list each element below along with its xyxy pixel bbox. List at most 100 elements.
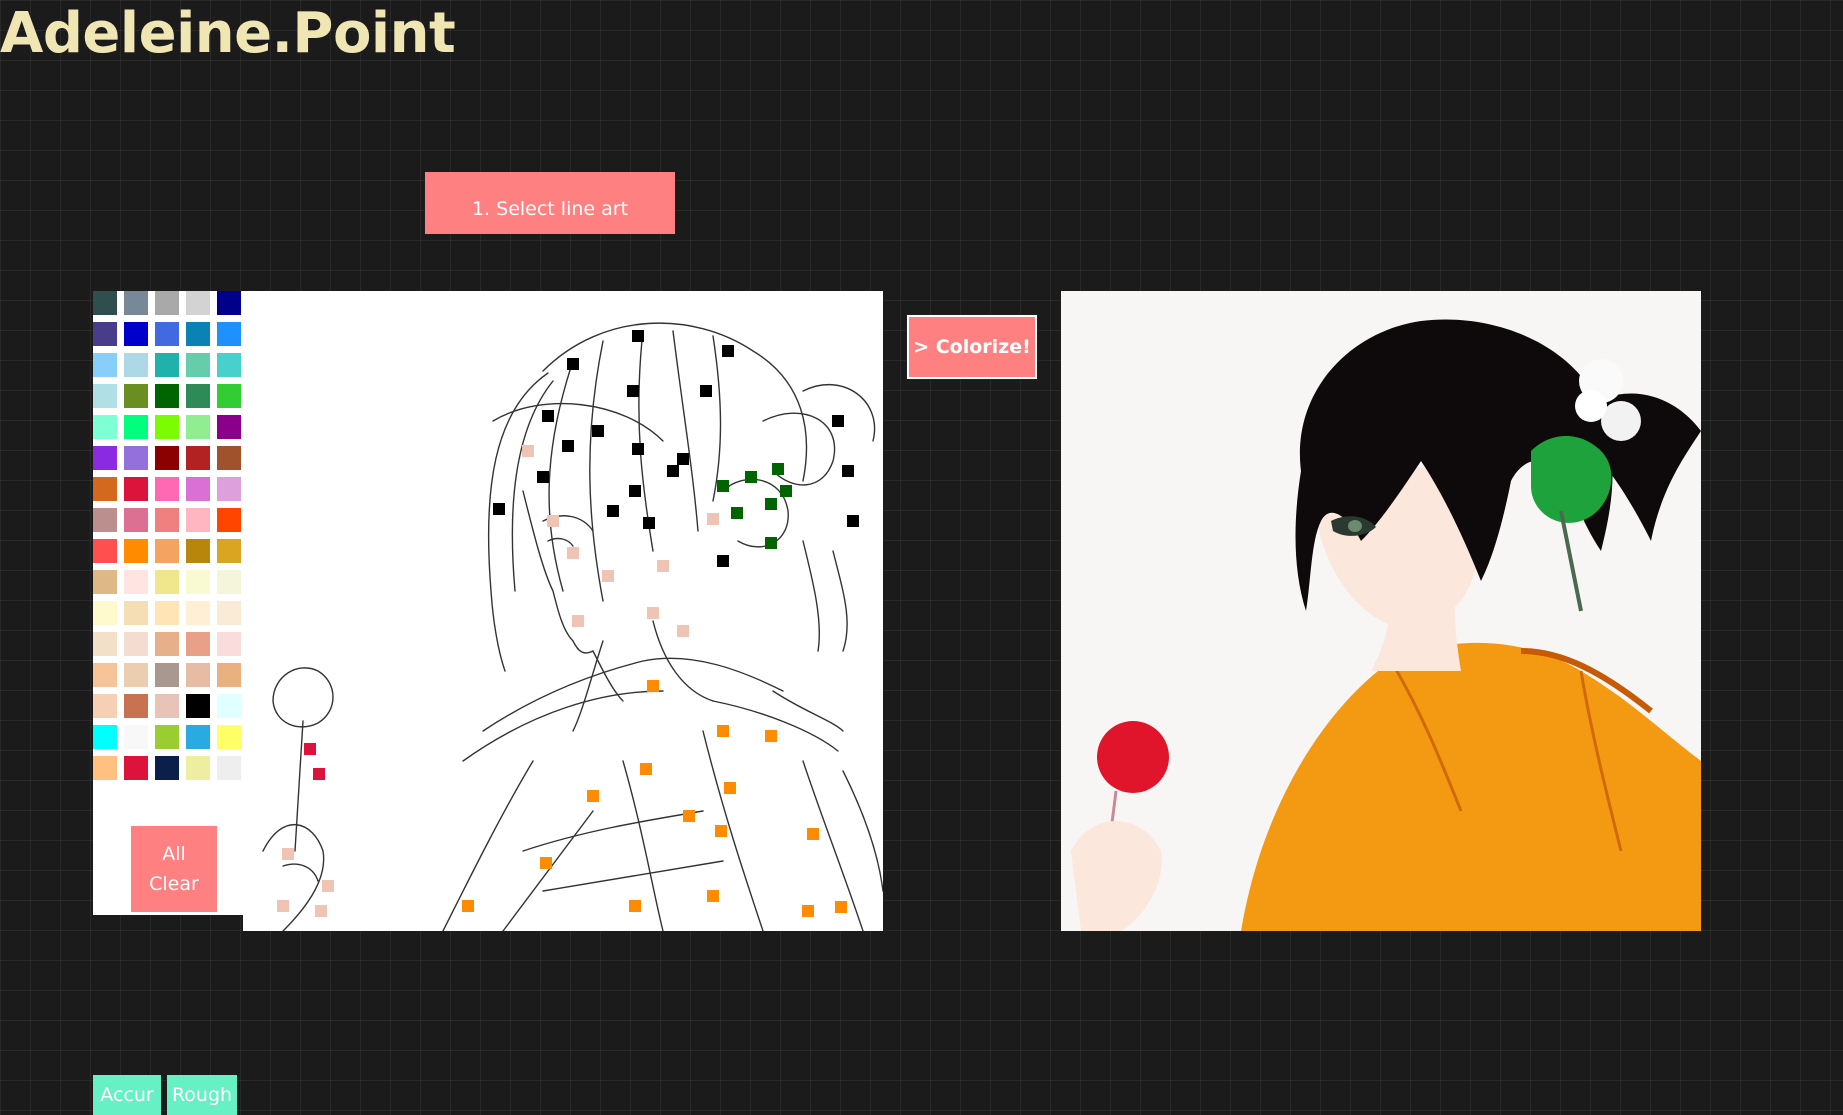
color-swatch[interactable] xyxy=(186,477,210,501)
rough-mode-button[interactable]: Rough xyxy=(167,1075,237,1115)
color-swatch[interactable] xyxy=(217,756,241,780)
color-swatch[interactable] xyxy=(186,291,210,315)
color-swatch[interactable] xyxy=(124,632,148,656)
color-swatch[interactable] xyxy=(155,322,179,346)
color-swatch[interactable] xyxy=(186,756,210,780)
color-swatch[interactable] xyxy=(93,725,117,749)
color-swatch[interactable] xyxy=(155,756,179,780)
color-swatch[interactable] xyxy=(155,446,179,470)
all-clear-button[interactable]: All Clear xyxy=(131,826,217,912)
color-swatch[interactable] xyxy=(93,446,117,470)
color-swatch[interactable] xyxy=(186,322,210,346)
color-swatch[interactable] xyxy=(155,539,179,563)
color-swatch[interactable] xyxy=(155,291,179,315)
color-swatch[interactable] xyxy=(186,539,210,563)
color-swatch[interactable] xyxy=(155,694,179,718)
color-swatch[interactable] xyxy=(124,539,148,563)
color-swatch[interactable] xyxy=(186,508,210,532)
select-line-art-button[interactable]: 1. Select line art xyxy=(425,172,675,234)
hint-dot xyxy=(313,768,325,780)
color-swatch[interactable] xyxy=(124,291,148,315)
color-swatch[interactable] xyxy=(93,508,117,532)
color-swatch[interactable] xyxy=(155,353,179,377)
color-swatch[interactable] xyxy=(217,663,241,687)
hint-dot xyxy=(629,485,641,497)
color-swatch[interactable] xyxy=(186,570,210,594)
color-swatch[interactable] xyxy=(93,539,117,563)
color-swatch[interactable] xyxy=(155,632,179,656)
accurate-mode-button[interactable]: Accur xyxy=(93,1075,161,1115)
color-swatch[interactable] xyxy=(93,632,117,656)
color-swatch[interactable] xyxy=(124,694,148,718)
color-swatch[interactable] xyxy=(155,725,179,749)
color-swatch[interactable] xyxy=(217,570,241,594)
color-swatch[interactable] xyxy=(93,756,117,780)
color-swatch[interactable] xyxy=(155,477,179,501)
color-swatch[interactable] xyxy=(93,353,117,377)
color-swatch[interactable] xyxy=(186,446,210,470)
color-swatch[interactable] xyxy=(124,508,148,532)
color-swatch[interactable] xyxy=(93,694,117,718)
color-swatch[interactable] xyxy=(124,415,148,439)
color-swatch[interactable] xyxy=(186,694,210,718)
color-swatch[interactable] xyxy=(93,384,117,408)
color-palette: Accur Rough All Clear xyxy=(93,291,243,1115)
color-swatch[interactable] xyxy=(155,508,179,532)
hint-dot xyxy=(717,725,729,737)
color-swatch[interactable] xyxy=(93,322,117,346)
color-swatch[interactable] xyxy=(217,477,241,501)
hint-dot xyxy=(731,507,743,519)
line-art-canvas[interactable] xyxy=(243,291,883,931)
color-swatch[interactable] xyxy=(93,477,117,501)
color-swatch[interactable] xyxy=(217,415,241,439)
colorize-button[interactable]: > Colorize! xyxy=(906,314,1038,380)
color-swatch[interactable] xyxy=(217,291,241,315)
hint-dot xyxy=(802,905,814,917)
color-swatch[interactable] xyxy=(124,756,148,780)
color-swatch[interactable] xyxy=(217,725,241,749)
hint-dot xyxy=(282,848,294,860)
hint-dot xyxy=(627,385,639,397)
color-swatch[interactable] xyxy=(124,570,148,594)
color-swatch[interactable] xyxy=(217,539,241,563)
color-swatch[interactable] xyxy=(186,663,210,687)
color-swatch[interactable] xyxy=(124,663,148,687)
color-swatch[interactable] xyxy=(93,601,117,625)
color-swatch[interactable] xyxy=(186,725,210,749)
hint-dot xyxy=(677,453,689,465)
color-swatch[interactable] xyxy=(93,291,117,315)
color-swatch[interactable] xyxy=(124,446,148,470)
color-swatch[interactable] xyxy=(93,663,117,687)
color-swatch[interactable] xyxy=(124,322,148,346)
all-clear-line2: Clear xyxy=(149,873,199,895)
color-swatch[interactable] xyxy=(124,601,148,625)
color-swatch[interactable] xyxy=(217,322,241,346)
color-swatch[interactable] xyxy=(124,477,148,501)
color-swatch[interactable] xyxy=(186,632,210,656)
color-swatch[interactable] xyxy=(217,384,241,408)
hint-dot xyxy=(765,730,777,742)
color-swatch[interactable] xyxy=(217,694,241,718)
color-swatch[interactable] xyxy=(155,415,179,439)
color-swatch[interactable] xyxy=(124,353,148,377)
color-swatch[interactable] xyxy=(217,632,241,656)
color-swatch[interactable] xyxy=(217,508,241,532)
color-swatch[interactable] xyxy=(155,601,179,625)
hint-dot xyxy=(462,900,474,912)
hint-dot xyxy=(677,625,689,637)
color-swatch[interactable] xyxy=(124,725,148,749)
color-swatch[interactable] xyxy=(186,415,210,439)
color-swatch[interactable] xyxy=(186,384,210,408)
color-swatch[interactable] xyxy=(93,415,117,439)
color-swatch[interactable] xyxy=(217,446,241,470)
color-swatch[interactable] xyxy=(217,353,241,377)
hint-dot xyxy=(592,425,604,437)
color-swatch[interactable] xyxy=(217,601,241,625)
color-swatch[interactable] xyxy=(155,663,179,687)
color-swatch[interactable] xyxy=(186,353,210,377)
color-swatch[interactable] xyxy=(186,601,210,625)
color-swatch[interactable] xyxy=(155,570,179,594)
color-swatch[interactable] xyxy=(124,384,148,408)
color-swatch[interactable] xyxy=(155,384,179,408)
color-swatch[interactable] xyxy=(93,570,117,594)
